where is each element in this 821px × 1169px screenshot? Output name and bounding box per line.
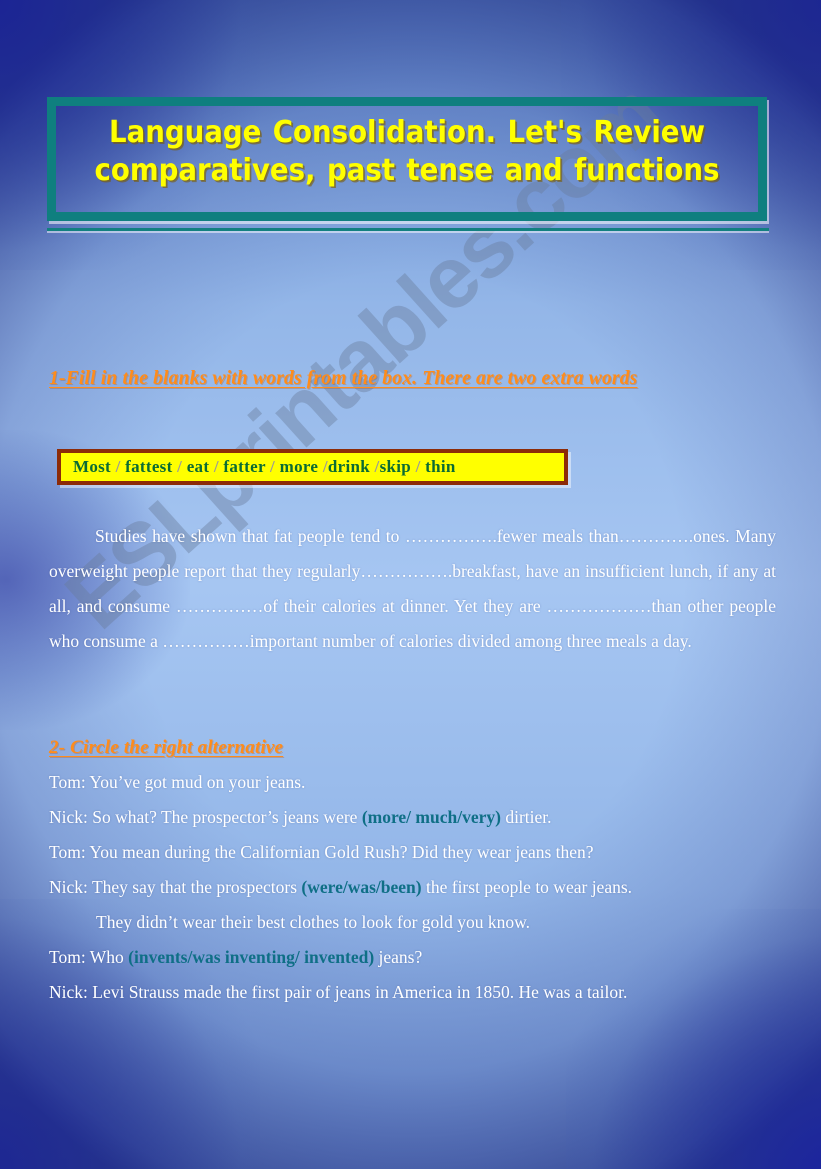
dialogue-text: Nick: So what? The prospector’s jeans we… (49, 807, 362, 827)
dialogue-line: Nick: Levi Strauss made the first pair o… (49, 975, 779, 1010)
dialogue-text: Tom: You’ve got mud on your jeans. (49, 772, 306, 792)
dialogue-text: Tom: You mean during the Californian Gol… (49, 842, 594, 862)
dialogue-text: dirtier. (500, 807, 552, 827)
word-bank-separator: / (265, 457, 280, 476)
word-bank-separator: / (411, 457, 426, 476)
exercise-1-instruction: 1-Fill in the blanks with words from the… (49, 368, 638, 389)
dialogue-text: Nick: Levi Strauss made the first pair o… (49, 982, 628, 1002)
dialogue-line: Tom: You mean during the Californian Gol… (49, 835, 779, 870)
word-bank-item: drink (327, 457, 370, 476)
dialogue-text: They didn’t wear their best clothes to l… (96, 912, 531, 932)
word-bank-item: thin (425, 457, 456, 476)
dialogue-text: the first people to wear jeans. (421, 877, 633, 897)
word-bank-item: eat (186, 457, 210, 476)
alternative-choice-group[interactable]: (were/was/been) (301, 877, 421, 897)
word-bank-separator: / (111, 457, 126, 476)
exercise-1-paragraph: Studies have shown that fat people tend … (49, 526, 776, 651)
alternative-choice-group[interactable]: (more/ much/very) (362, 807, 501, 827)
title-underline-rule (47, 228, 769, 231)
alternative-choice-group[interactable]: (invents/was inventing/ invented) (128, 947, 374, 967)
dialogue-text: jeans? (374, 947, 423, 967)
title-banner: Language Consolidation. Let's Review com… (47, 97, 767, 221)
dialogue-line: Tom: You’ve got mud on your jeans. (49, 765, 779, 800)
word-bank-separator: / (370, 457, 380, 476)
exercise-2-instruction: 2- Circle the right alternative (49, 737, 284, 758)
word-bank-words: Most / fattest / eat / fatter / more /dr… (73, 457, 456, 477)
dialogue-text: Tom: Who (49, 947, 129, 967)
dialogue-line: Nick: They say that the prospectors (wer… (49, 870, 779, 905)
dialogue-line: Tom: Who (invents/was inventing/ invente… (49, 940, 779, 975)
worksheet-page: ESLprintables.com Language Consolidation… (0, 0, 821, 1169)
dialogue-line: They didn’t wear their best clothes to l… (49, 905, 779, 940)
word-bank-item: skip (379, 457, 412, 476)
page-title: Language Consolidation. Let's Review com… (94, 115, 720, 189)
word-bank-separator: / (318, 457, 328, 476)
word-bank-item: Most (73, 457, 112, 476)
dialogue-text: Nick: They say that the prospectors (49, 877, 302, 897)
word-bank-item: fattest (125, 457, 173, 476)
word-bank-item: more (279, 457, 319, 476)
dialogue-line: Nick: So what? The prospector’s jeans we… (49, 800, 779, 835)
exercise-2-dialogue: Tom: You’ve got mud on your jeans. Nick: … (49, 765, 779, 1010)
word-bank-separator: / (172, 457, 187, 476)
word-bank-box: Most / fattest / eat / fatter / more /dr… (57, 449, 568, 485)
word-bank-separator: / (209, 457, 224, 476)
word-bank-item: fatter (223, 457, 266, 476)
